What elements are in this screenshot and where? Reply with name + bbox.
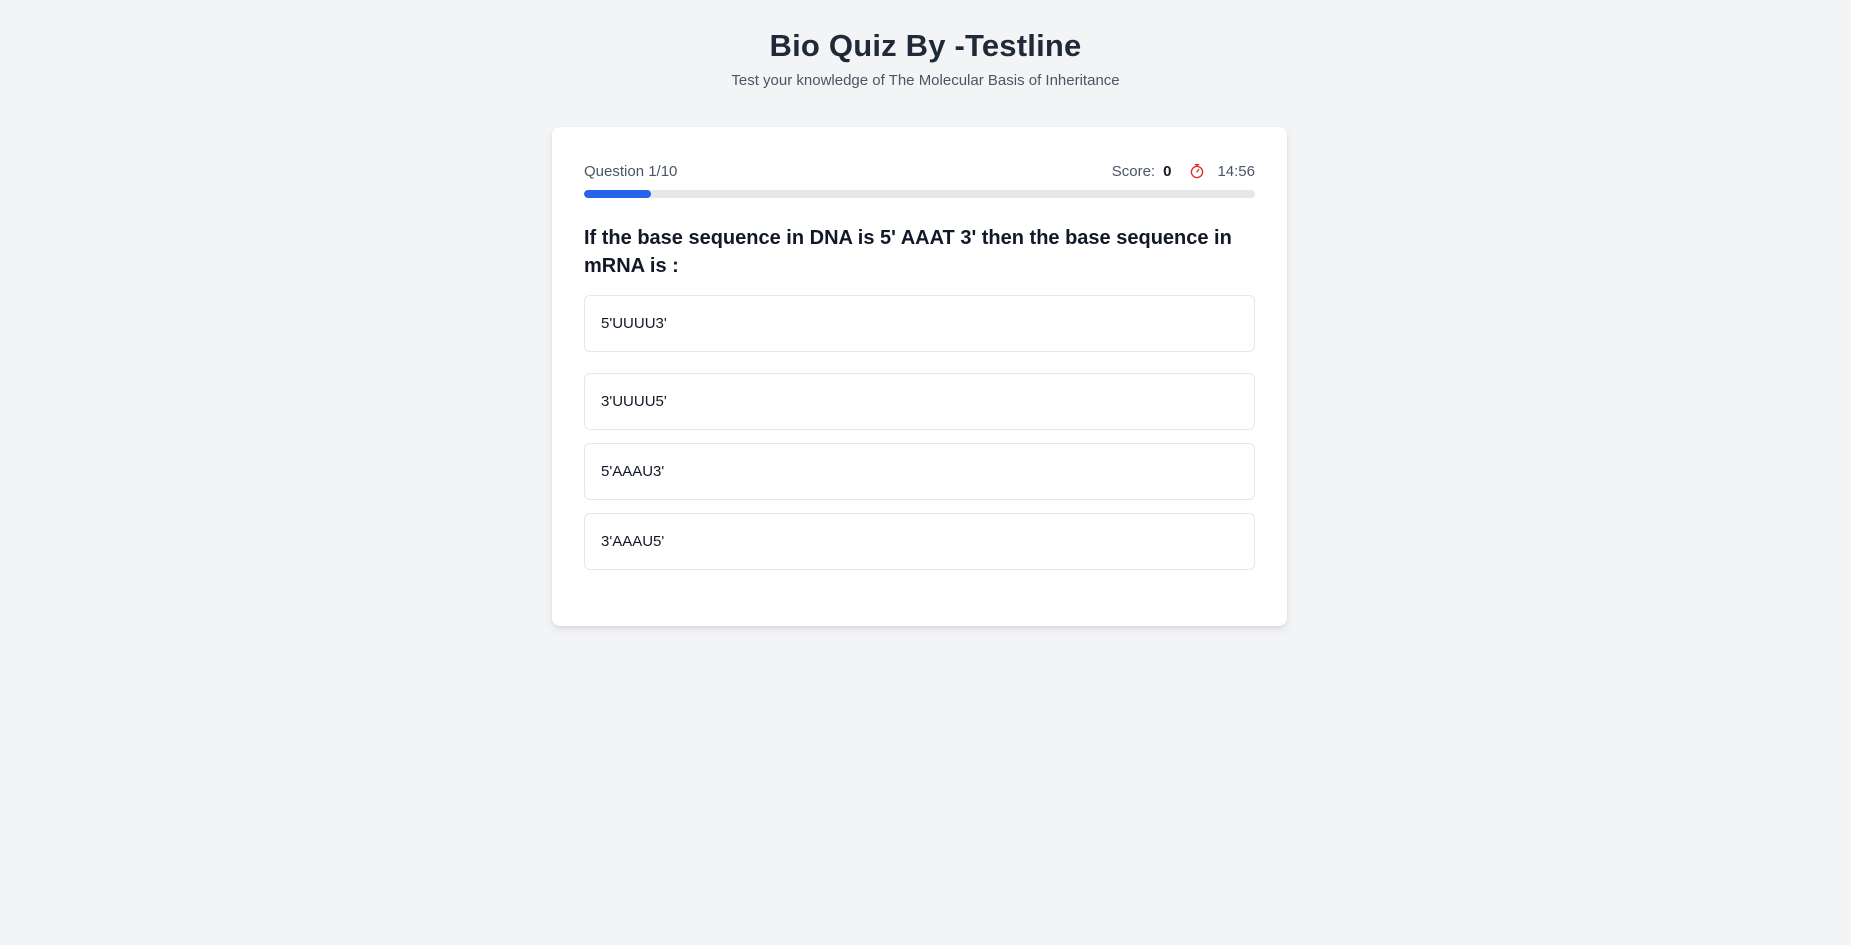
answer-option[interactable]: 5'AAAU3' [584, 443, 1255, 500]
quiz-status-row: Question 1/10 Score: 0 14:56 [584, 160, 1255, 182]
quiz-card: Question 1/10 Score: 0 14:56 If the base… [552, 127, 1287, 626]
progress-bar [584, 190, 1255, 198]
score-label: Score: [1111, 162, 1156, 180]
answer-option-label: 5'UUUU3' [601, 315, 667, 332]
progress-bar-fill [584, 190, 652, 198]
answer-option-label: 5'AAAU3' [601, 463, 665, 480]
question-text: If the base sequence in DNA is 5' AAAT 3… [584, 227, 1232, 277]
timer-value: 14:56 [1217, 162, 1255, 180]
page-header: Bio Quiz By -Testline Test your knowledg… [0, 24, 1851, 92]
question-counter: Question 1/10 [584, 162, 678, 180]
score-value: 0 [1163, 162, 1172, 180]
page-title: Bio Quiz By -Testline [769, 28, 1082, 63]
quiz-page: Bio Quiz By -Testline Test your knowledg… [0, 0, 1851, 945]
answer-option-label: 3'AAAU5' [601, 533, 665, 550]
stopwatch-icon [1189, 163, 1205, 179]
answer-option-label: 3'UUUU5' [601, 393, 667, 410]
page-subtitle: Test your knowledge of The Molecular Bas… [731, 72, 1120, 89]
answer-option[interactable]: 5'UUUU3' [584, 295, 1255, 352]
score-timer-group: Score: 0 14:56 [1112, 163, 1255, 180]
answer-option[interactable]: 3'UUUU5' [584, 373, 1255, 430]
answer-option[interactable]: 3'AAAU5' [584, 513, 1255, 570]
